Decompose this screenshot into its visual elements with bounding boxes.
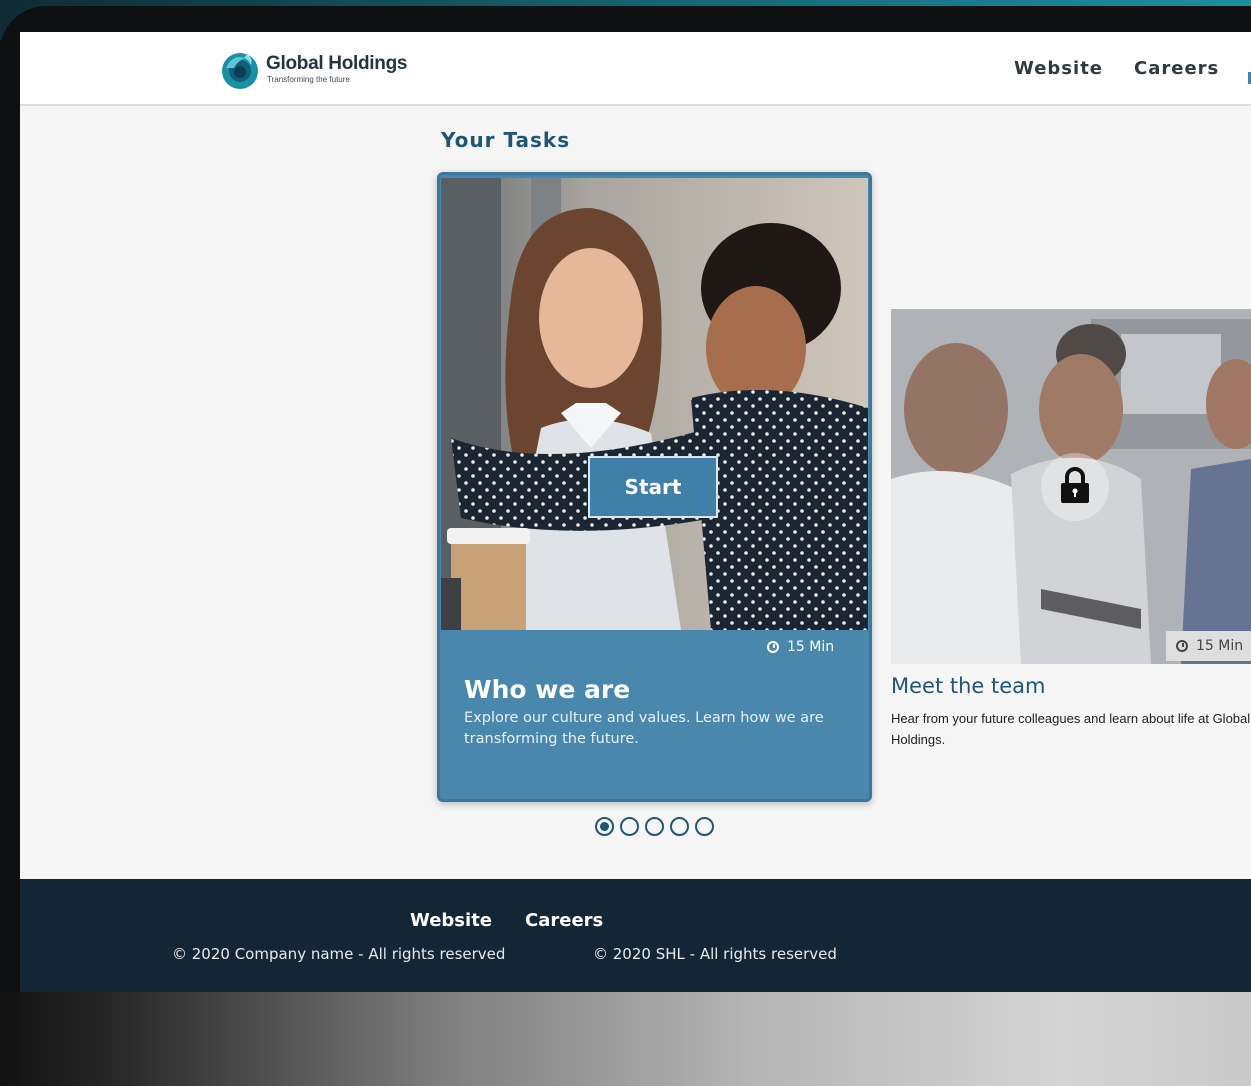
brand-name: Global Holdings [266, 53, 408, 74]
footer-website-link[interactable]: Website [410, 910, 492, 931]
task-card-active[interactable]: Start 15 Min Who we are Explore our cult… [437, 172, 872, 802]
carousel-pagination [595, 817, 714, 837]
pagination-dot-4[interactable] [670, 817, 689, 836]
locked-task-title[interactable]: Meet the team [891, 674, 1046, 698]
locked-task-badge[interactable] [1041, 453, 1109, 521]
task-duration: 15 Min [767, 639, 834, 655]
footer-careers-link[interactable]: Careers [525, 910, 603, 931]
globe-logo-icon [222, 53, 258, 89]
pagination-dot-5[interactable] [695, 817, 714, 836]
device-bottom-bezel [0, 992, 1251, 1086]
clock-icon [1176, 640, 1188, 652]
section-title: Your Tasks [441, 128, 571, 152]
start-task-button[interactable]: Start [588, 456, 718, 518]
pagination-dot-2[interactable] [620, 817, 639, 836]
browser-screen: Global Holdings Transforming the future … [20, 32, 1251, 992]
brand-tagline: Transforming the future [267, 75, 350, 84]
task-duration-label: 15 Min [787, 639, 835, 655]
pagination-dot-3[interactable] [645, 817, 664, 836]
brand-logo[interactable]: Global Holdings Transforming the future [220, 50, 420, 90]
locked-task-description: Hear from your future colleagues and lea… [891, 711, 1251, 747]
footer-shl-copyright: © 2020 SHL - All rights reserved [593, 945, 837, 963]
footer-company-copyright: © 2020 Company name - All rights reserve… [172, 945, 506, 963]
task-card-description: Explore our culture and values. Learn ho… [464, 710, 824, 747]
card-photo-colleagues [441, 178, 868, 630]
nav-careers-link[interactable]: Careers [1134, 58, 1219, 79]
site-header: Global Holdings Transforming the future … [20, 32, 1251, 106]
nav-website-link[interactable]: Website [1014, 58, 1103, 79]
locked-task-duration-label: 15 Min [1196, 638, 1244, 654]
task-card-title: Who we are [464, 675, 631, 704]
site-footer: Website Careers © 2020 Company name - Al… [20, 879, 1251, 992]
pagination-dot-1[interactable] [595, 817, 614, 836]
locked-task-duration: 15 Min [1166, 631, 1251, 661]
lock-icon [1061, 467, 1089, 503]
clock-icon [767, 641, 779, 653]
